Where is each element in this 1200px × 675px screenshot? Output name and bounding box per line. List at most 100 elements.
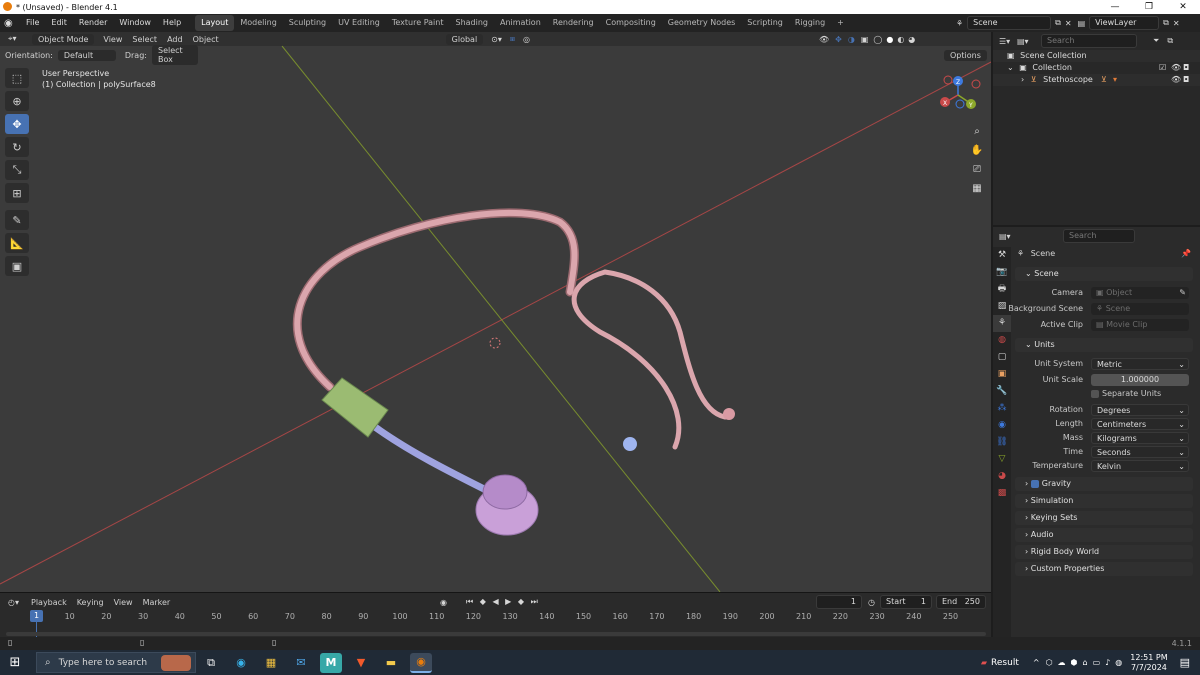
- maya-icon[interactable]: M: [320, 652, 342, 673]
- rotation-dropdown[interactable]: Degrees ⌄: [1091, 404, 1189, 416]
- viewport-menu-add[interactable]: Add: [162, 35, 188, 44]
- store-icon[interactable]: ▦: [260, 653, 282, 673]
- tab-compositing[interactable]: Compositing: [600, 15, 662, 31]
- timeline-menu-keying[interactable]: Keying: [72, 598, 109, 607]
- auto-key-icon[interactable]: ◉: [440, 598, 447, 607]
- camera-view-icon[interactable]: ⎚: [970, 160, 984, 179]
- filter-icon[interactable]: ⏷: [1153, 36, 1159, 46]
- scene-selector[interactable]: Scene: [967, 16, 1052, 30]
- menu-render[interactable]: Render: [73, 14, 113, 32]
- object-visibility-icon[interactable]: 👁: [1171, 74, 1181, 86]
- menu-edit[interactable]: Edit: [45, 14, 73, 32]
- scene-panel-header[interactable]: ⌄ Scene: [1015, 267, 1193, 281]
- new-collection-icon[interactable]: ⧉: [1167, 36, 1173, 46]
- pivot-icon[interactable]: ⊙▾: [491, 35, 502, 44]
- menu-file[interactable]: File: [20, 14, 45, 32]
- taskbar-search-input[interactable]: ⌕ Type here to search: [36, 652, 196, 673]
- start-frame-field[interactable]: Start 1: [880, 595, 932, 609]
- editor-type-icon[interactable]: ⌖▾: [8, 34, 28, 44]
- current-frame-field[interactable]: 1: [816, 595, 862, 609]
- visibility-icon[interactable]: 👁: [819, 35, 829, 44]
- expand-collection-icon[interactable]: ⌄: [1007, 63, 1014, 72]
- blender-taskbar-icon[interactable]: ◉: [410, 652, 432, 673]
- collection-visibility-icon[interactable]: 👁: [1171, 62, 1181, 74]
- material-tab-icon[interactable]: ◕: [993, 468, 1011, 485]
- collection-checkbox[interactable]: ☑: [1159, 62, 1166, 74]
- new-view-layer-icon[interactable]: ⧉: [1163, 18, 1169, 28]
- collection-render-icon[interactable]: ◘: [1183, 62, 1189, 74]
- close-button[interactable]: ✕: [1166, 0, 1200, 14]
- properties-editor-icon[interactable]: ▤▾: [999, 232, 1017, 241]
- add-workspace-button[interactable]: +: [831, 15, 850, 31]
- menu-help[interactable]: Help: [157, 14, 187, 32]
- shading-rendered-icon[interactable]: ◕: [908, 35, 915, 44]
- tab-sculpting[interactable]: Sculpting: [283, 15, 332, 31]
- expand-object-icon[interactable]: ›: [1021, 75, 1024, 84]
- prev-key-icon[interactable]: ◆: [480, 597, 488, 606]
- transform-tool-icon[interactable]: ⊞: [5, 183, 29, 203]
- tab-uv-editing[interactable]: UV Editing: [332, 15, 386, 31]
- time-dropdown[interactable]: Seconds ⌄: [1091, 446, 1189, 458]
- cursor-tool-icon[interactable]: ⊕: [5, 91, 29, 111]
- outliner-row-stethoscope[interactable]: › ⊻ Stethoscope ⊻ ▾ 👁 ◘: [993, 74, 1200, 86]
- delete-view-layer-icon[interactable]: ✕: [1173, 19, 1180, 28]
- weather-label[interactable]: Result: [991, 658, 1019, 668]
- units-panel-header[interactable]: ⌄ Units: [1015, 338, 1193, 352]
- transform-orientation-selector[interactable]: Global: [445, 33, 484, 45]
- rotate-tool-icon[interactable]: ↻: [5, 137, 29, 157]
- tab-geometry-nodes[interactable]: Geometry Nodes: [662, 15, 741, 31]
- eyedropper-icon[interactable]: ✎: [1179, 287, 1186, 299]
- tab-modeling[interactable]: Modeling: [234, 15, 282, 31]
- gravity-checkbox[interactable]: [1030, 479, 1039, 488]
- tray-chevron-icon[interactable]: ^: [1033, 658, 1040, 667]
- length-dropdown[interactable]: Centimeters ⌄: [1091, 418, 1189, 430]
- tab-shading[interactable]: Shading: [449, 15, 494, 31]
- texture-tab-icon[interactable]: ▩: [993, 485, 1011, 502]
- active-clip-field[interactable]: ▤ Movie Clip: [1091, 319, 1189, 331]
- stopwatch-icon[interactable]: ◷: [868, 598, 875, 607]
- add-cube-tool-icon[interactable]: ▣: [5, 256, 29, 276]
- proportional-edit-icon[interactable]: ◎: [523, 35, 530, 44]
- move-tool-icon[interactable]: ✥: [5, 114, 29, 134]
- jump-start-icon[interactable]: ⏮: [466, 597, 475, 606]
- timeline-menu-view[interactable]: View: [109, 598, 138, 607]
- tab-rendering[interactable]: Rendering: [547, 15, 600, 31]
- orientation-selector[interactable]: Default: [57, 49, 116, 61]
- navigation-gizmo[interactable]: Z X Y: [936, 74, 986, 116]
- unit-scale-field[interactable]: 1.000000: [1091, 374, 1189, 386]
- display-mode-icon[interactable]: ▤▾: [1017, 37, 1035, 46]
- shading-wireframe-icon[interactable]: ◯: [873, 35, 882, 44]
- outliner-search-input[interactable]: Search: [1041, 34, 1137, 48]
- timeline-menu-playback[interactable]: Playback: [26, 598, 72, 607]
- file-explorer-icon[interactable]: ▬: [380, 653, 402, 673]
- 3d-viewport[interactable]: ⌖▾ Object Mode View Select Add Object Gl…: [0, 32, 991, 592]
- snap-icon[interactable]: ⧆: [510, 34, 515, 44]
- windows-start-icon[interactable]: ⊞: [4, 653, 26, 673]
- mode-selector[interactable]: Object Mode: [32, 33, 95, 45]
- scale-tool-icon[interactable]: ⤡: [5, 160, 29, 180]
- camera-field[interactable]: ▣ Object ✎: [1091, 287, 1189, 299]
- tab-layout[interactable]: Layout: [195, 15, 235, 31]
- gravity-panel-header[interactable]: › Gravity: [1015, 477, 1193, 491]
- viewport-menu-select[interactable]: Select: [127, 35, 162, 44]
- maximize-button[interactable]: ❐: [1132, 0, 1166, 14]
- object-render-icon[interactable]: ◘: [1183, 74, 1189, 86]
- volume-icon[interactable]: ♪: [1105, 658, 1110, 667]
- background-scene-field[interactable]: ⚘ Scene: [1091, 303, 1189, 315]
- render-tab-icon[interactable]: 📷: [993, 264, 1011, 281]
- clock[interactable]: 12:51 PM 7/7/2024: [1130, 653, 1167, 673]
- xray-toggle-icon[interactable]: ▣: [861, 35, 869, 44]
- grid-ortho-icon[interactable]: ▦: [970, 179, 984, 198]
- play-icon[interactable]: ▶: [505, 597, 513, 606]
- separate-units-checkbox[interactable]: Separate Units: [1091, 389, 1161, 398]
- custom-properties-panel-header[interactable]: › Custom Properties: [1015, 562, 1193, 576]
- simulation-panel-header[interactable]: › Simulation: [1015, 494, 1193, 508]
- timeline-scrollbar[interactable]: [6, 632, 986, 636]
- options-button[interactable]: Options: [944, 49, 987, 61]
- tray-app2-icon[interactable]: ⬢: [1071, 658, 1078, 667]
- pin-icon[interactable]: 📌: [1181, 247, 1191, 261]
- edge-browser-icon[interactable]: ◉: [230, 653, 252, 673]
- delete-scene-icon[interactable]: ✕: [1065, 19, 1072, 28]
- tab-animation[interactable]: Animation: [494, 15, 547, 31]
- menu-window[interactable]: Window: [113, 14, 157, 32]
